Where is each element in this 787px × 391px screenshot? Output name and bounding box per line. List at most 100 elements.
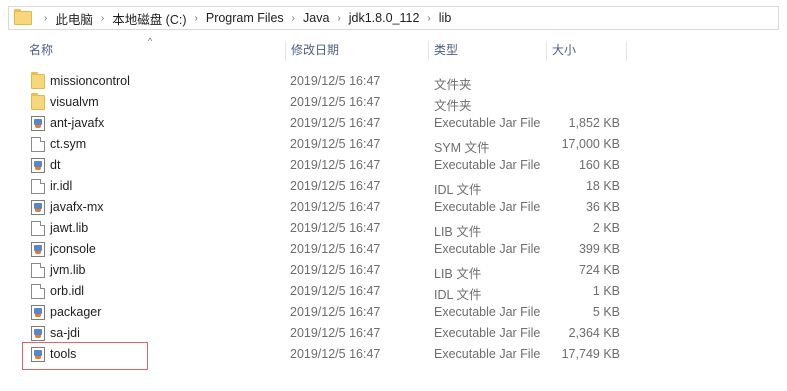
file-size: 17,000 KB [561, 137, 620, 151]
file-type: IDL 文件 [434, 183, 482, 197]
file-date: 2019/12/5 16:47 [290, 221, 381, 235]
file-date: 2019/12/5 16:47 [290, 137, 381, 151]
file-size: 1 KB [592, 284, 620, 298]
file-size: 5 KB [592, 305, 620, 319]
file-name: jconsole [50, 242, 96, 256]
file-name: ant-javafx [50, 116, 105, 130]
file-date: 2019/12/5 16:47 [290, 95, 381, 109]
file-size: 2 KB [592, 221, 620, 235]
column-header-size[interactable]: 大小 [546, 38, 626, 64]
chevron-right-icon[interactable]: › [292, 13, 295, 24]
file-size: 36 KB [585, 200, 620, 214]
file-type: Executable Jar File [434, 305, 541, 319]
file-type: SYM 文件 [434, 141, 490, 155]
file-icon [31, 263, 45, 278]
column-header-type[interactable]: 类型 [428, 38, 546, 64]
file-date: 2019/12/5 16:47 [290, 116, 381, 130]
file-name: visualvm [50, 95, 99, 109]
jar-file-icon [31, 242, 45, 257]
file-type: 文件夹 [434, 78, 472, 92]
chevron-right-icon[interactable]: › [427, 13, 430, 24]
chevron-right-icon[interactable]: › [195, 13, 198, 24]
breadcrumb-program-files[interactable]: Program Files [206, 11, 284, 25]
file-type: Executable Jar File [434, 158, 541, 172]
column-header: ^ 名称 修改日期 类型 大小 [0, 36, 787, 64]
chevron-right-icon[interactable]: › [337, 13, 340, 24]
file-type: Executable Jar File [434, 326, 541, 340]
file-type: LIB 文件 [434, 267, 482, 281]
file-type: IDL 文件 [434, 288, 482, 302]
file-date: 2019/12/5 16:47 [290, 200, 381, 214]
breadcrumb-jdk[interactable]: jdk1.8.0_112 [349, 11, 420, 25]
file-name: javafx-mx [50, 200, 104, 214]
list-item[interactable]: dt 2019/12/5 16:47 Executable Jar File 1… [0, 155, 787, 176]
list-item[interactable]: jvm.lib 2019/12/5 16:47 LIB 文件 724 KB [0, 260, 787, 281]
file-date: 2019/12/5 16:47 [290, 179, 381, 193]
file-size: 724 KB [578, 263, 620, 277]
address-bar[interactable]: › 此电脑 › 本地磁盘 (C:) › Program Files › Java… [8, 6, 779, 30]
file-name: ct.sym [50, 137, 87, 151]
file-date: 2019/12/5 16:47 [290, 242, 381, 256]
file-name: ir.idl [50, 179, 73, 193]
file-type: LIB 文件 [434, 225, 482, 239]
file-size: 2,364 KB [568, 326, 620, 340]
list-item[interactable]: missioncontrol 2019/12/5 16:47 文件夹 [0, 71, 787, 92]
list-item[interactable]: ir.idl 2019/12/5 16:47 IDL 文件 18 KB [0, 176, 787, 197]
chevron-right-icon[interactable]: › [101, 13, 104, 24]
file-name: sa-jdi [50, 326, 80, 340]
file-type: Executable Jar File [434, 200, 541, 214]
list-item[interactable]: orb.idl 2019/12/5 16:47 IDL 文件 1 KB [0, 281, 787, 302]
file-size: 160 KB [578, 158, 620, 172]
file-name: missioncontrol [50, 74, 130, 88]
list-item[interactable]: ant-javafx 2019/12/5 16:47 Executable Ja… [0, 113, 787, 134]
file-icon [31, 137, 45, 152]
column-header-date[interactable]: 修改日期 [285, 38, 428, 64]
file-icon [31, 221, 45, 236]
file-size: 1,852 KB [568, 116, 620, 130]
file-name: packager [50, 305, 102, 319]
column-divider[interactable] [626, 41, 627, 61]
highlight-box [22, 342, 148, 370]
file-type: Executable Jar File [434, 116, 541, 130]
jar-file-icon [31, 116, 45, 131]
file-date: 2019/12/5 16:47 [290, 326, 381, 340]
chevron-right-icon[interactable]: › [44, 13, 47, 24]
jar-file-icon [31, 200, 45, 215]
file-icon [31, 179, 45, 194]
folder-icon [31, 72, 45, 89]
file-size: 17,749 KB [561, 347, 620, 361]
file-date: 2019/12/5 16:47 [290, 263, 381, 277]
file-name: dt [50, 158, 61, 172]
file-date: 2019/12/5 16:47 [290, 284, 381, 298]
list-item[interactable]: jawt.lib 2019/12/5 16:47 LIB 文件 2 KB [0, 218, 787, 239]
list-item[interactable]: ct.sym 2019/12/5 16:47 SYM 文件 17,000 KB [0, 134, 787, 155]
list-item[interactable]: visualvm 2019/12/5 16:47 文件夹 [0, 92, 787, 113]
breadcrumb-local-disk[interactable]: 本地磁盘 (C:) [112, 9, 186, 28]
file-date: 2019/12/5 16:47 [290, 74, 381, 88]
jar-file-icon [31, 326, 45, 341]
file-date: 2019/12/5 16:47 [290, 158, 381, 172]
file-date: 2019/12/5 16:47 [290, 305, 381, 319]
file-name: jawt.lib [50, 221, 89, 235]
file-size: 399 KB [578, 242, 620, 256]
list-item[interactable]: sa-jdi 2019/12/5 16:47 Executable Jar Fi… [0, 323, 787, 344]
file-type: 文件夹 [434, 99, 472, 113]
breadcrumb-java[interactable]: Java [303, 11, 329, 25]
file-date: 2019/12/5 16:47 [290, 347, 381, 361]
file-name: jvm.lib [50, 263, 86, 277]
breadcrumb-this-pc[interactable]: 此电脑 [55, 9, 93, 28]
file-type: Executable Jar File [434, 242, 541, 256]
file-icon [31, 284, 45, 299]
file-size: 18 KB [585, 179, 620, 193]
folder-icon [31, 93, 45, 110]
file-name: orb.idl [50, 284, 85, 298]
jar-file-icon [31, 305, 45, 320]
list-item[interactable]: javafx-mx 2019/12/5 16:47 Executable Jar… [0, 197, 787, 218]
column-header-name[interactable]: 名称 [23, 38, 285, 64]
jar-file-icon [31, 158, 45, 173]
breadcrumb-lib[interactable]: lib [439, 11, 452, 25]
folder-icon [14, 9, 32, 25]
file-type: Executable Jar File [434, 347, 541, 361]
list-item[interactable]: packager 2019/12/5 16:47 Executable Jar … [0, 302, 787, 323]
list-item[interactable]: jconsole 2019/12/5 16:47 Executable Jar … [0, 239, 787, 260]
